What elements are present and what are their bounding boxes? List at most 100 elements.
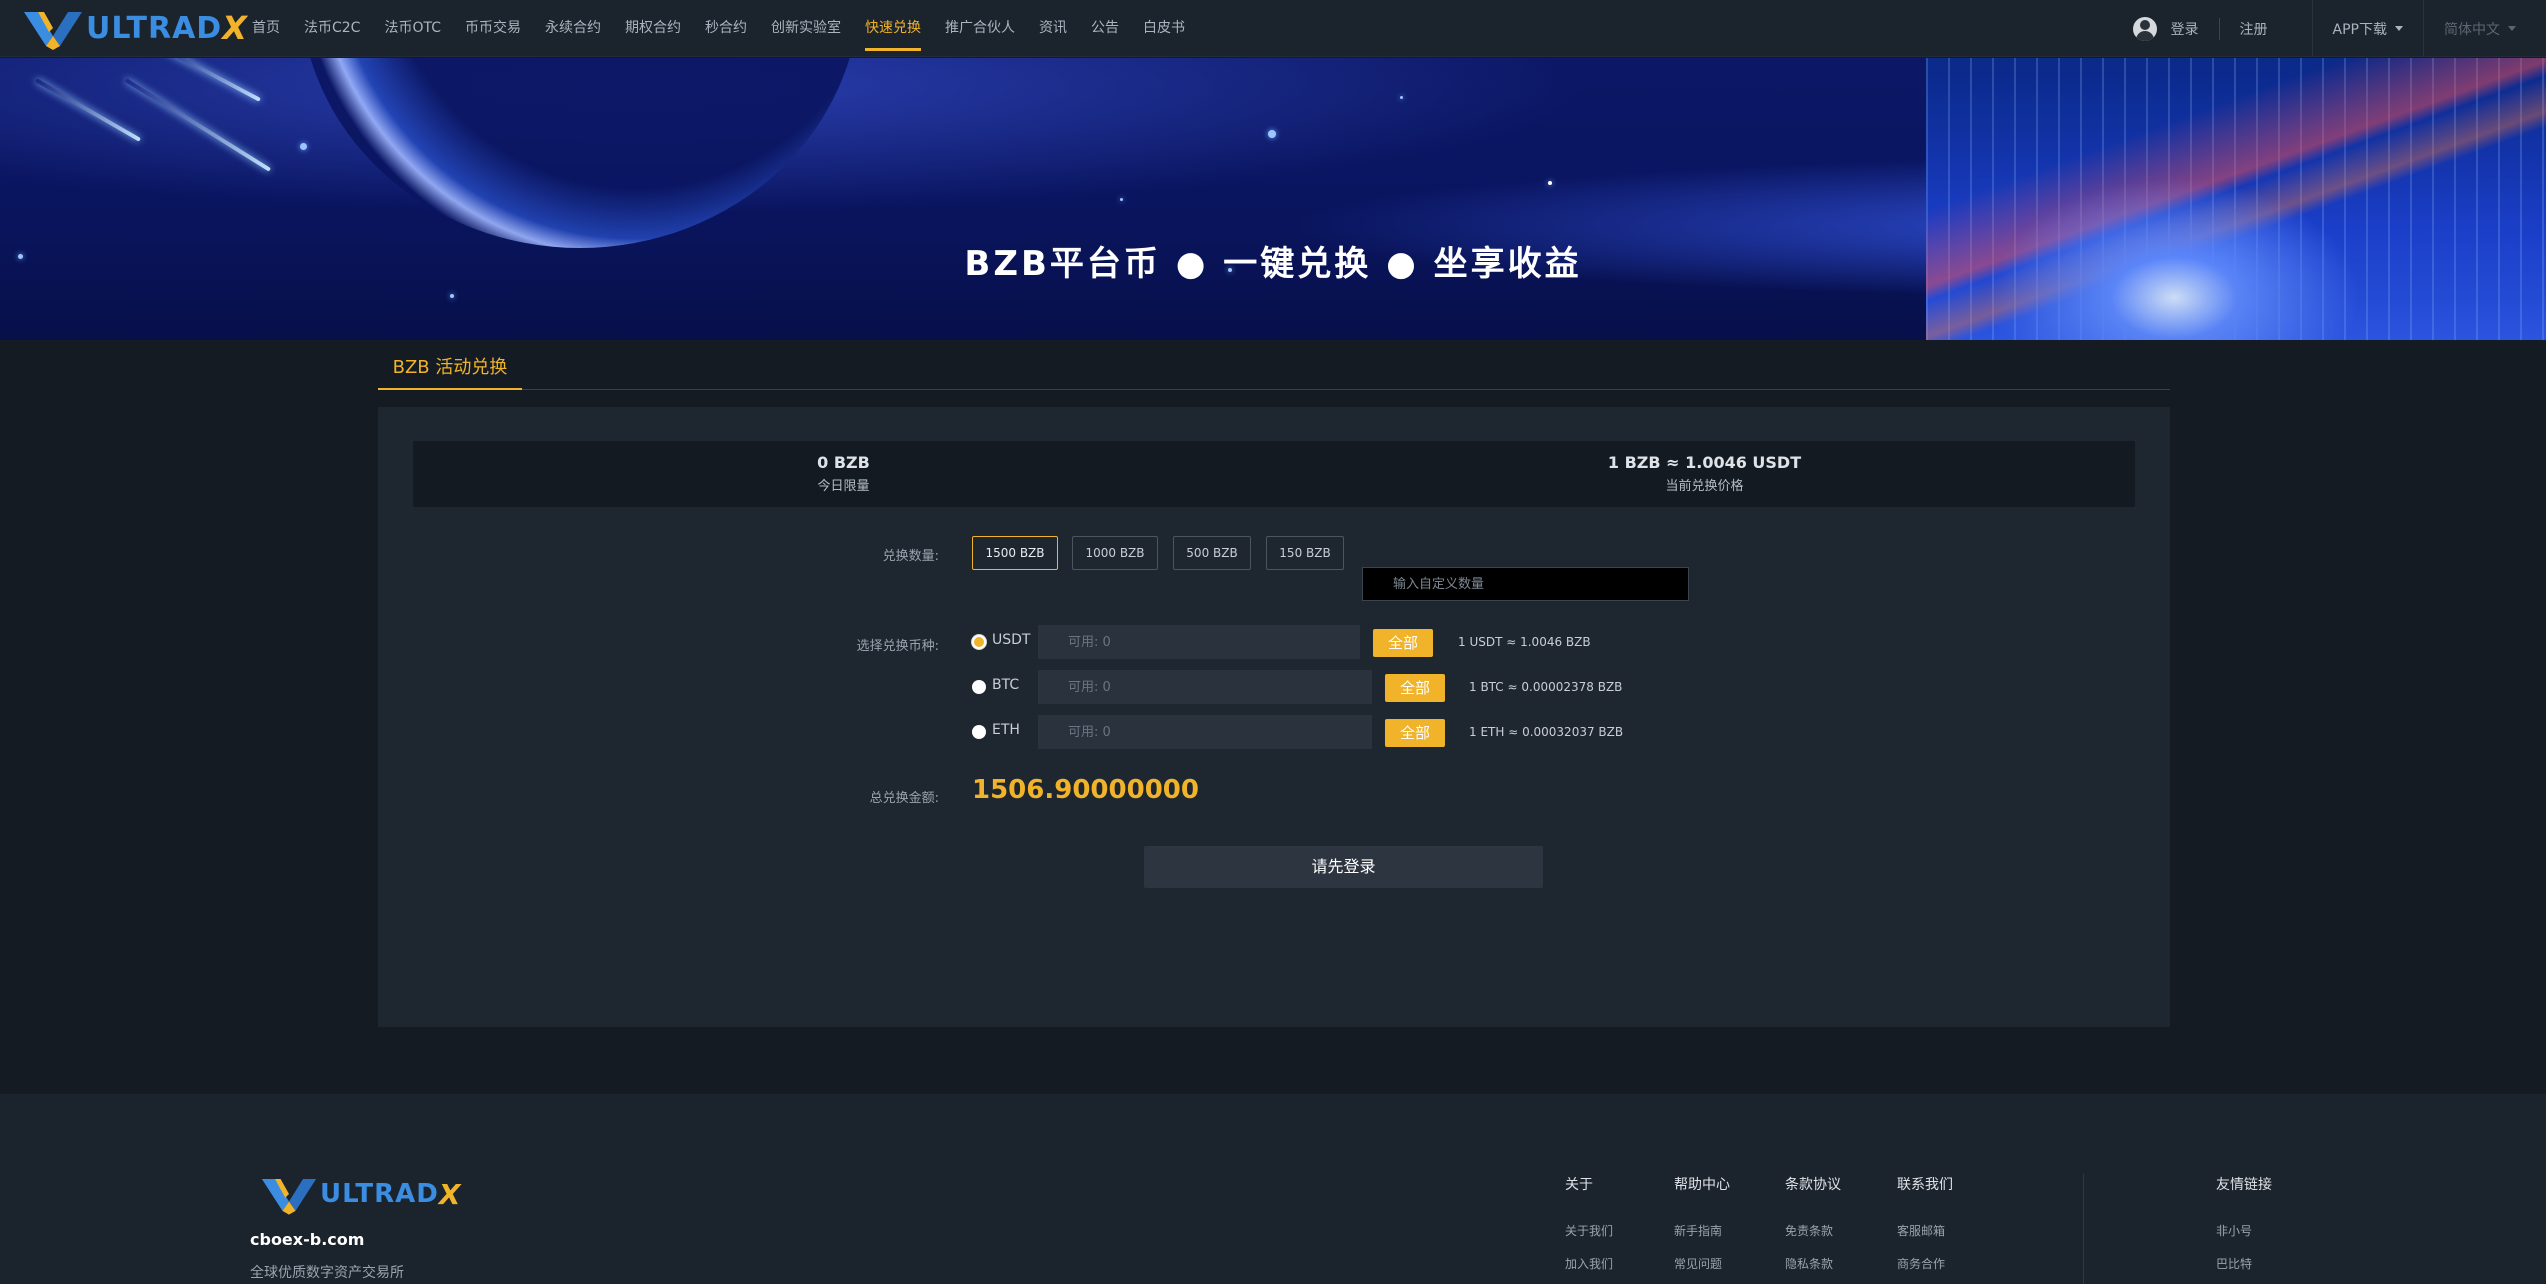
menu-item-second-contract[interactable]: 秒合约: [705, 0, 747, 57]
btc-radio[interactable]: [972, 680, 986, 694]
price-stat: 1 BZB ≈ 1.0046 USDT 当前兑换价格: [1274, 453, 2135, 494]
footer-divider: [2083, 1174, 2084, 1284]
language-label: 简体中文: [2444, 21, 2500, 38]
footer-slogan: 全球优质数字资产交易所: [250, 1265, 404, 1281]
register-link[interactable]: 注册: [2240, 19, 2268, 39]
btc-label: BTC: [992, 677, 1020, 693]
amount-label: 兑换数量:: [882, 549, 939, 564]
meteor-decoration: [161, 58, 261, 102]
eth-label: ETH: [992, 722, 1020, 738]
star-decoration: [300, 143, 307, 150]
footer-link-faq[interactable]: 常见问题: [1674, 1255, 1730, 1272]
menu-item-whitepaper[interactable]: 白皮书: [1143, 0, 1185, 57]
footer-link-privacy[interactable]: 隐私条款: [1785, 1255, 1841, 1272]
footer-col-help: 帮助中心 新手指南 常见问题: [1674, 1174, 1730, 1284]
footer-col-title: 联系我们: [1897, 1177, 1953, 1193]
app-download-dropdown[interactable]: APP下载: [2333, 19, 2403, 39]
usdt-available-input[interactable]: [1038, 625, 1360, 659]
menu-item-options[interactable]: 期权合约: [625, 0, 681, 57]
footer: ULTRAD X cboex-b.com 全球优质数字资产交易所 关于 关于我们…: [0, 1094, 2546, 1284]
logo-mark-icon: [24, 12, 82, 50]
menu-item-home[interactable]: 首页: [252, 0, 280, 57]
footer-logo[interactable]: ULTRAD X: [260, 1174, 461, 1215]
custom-amount-input[interactable]: [1362, 567, 1689, 601]
amount-option-500[interactable]: 500 BZB: [1173, 536, 1251, 570]
footer-col-friend-links: 友情链接 非小号 巴比特: [2216, 1174, 2272, 1284]
login-link[interactable]: 登录: [2171, 19, 2199, 39]
usdt-label: USDT: [992, 632, 1031, 648]
footer-col-title: 帮助中心: [1674, 1177, 1730, 1193]
menu-item-fiat-c2c[interactable]: 法币C2C: [304, 0, 360, 57]
amount-option-1500[interactable]: 1500 BZB: [972, 536, 1058, 570]
footer-link-beginner-guide[interactable]: 新手指南: [1674, 1222, 1730, 1239]
eth-all-button[interactable]: 全部: [1385, 719, 1445, 747]
footer-link-join-us[interactable]: 加入我们: [1565, 1255, 1613, 1272]
main-menu: 首页 法币C2C 法币OTC 币币交易 永续合约 期权合约 秒合约 创新实验室 …: [252, 0, 1209, 57]
star-decoration: [1268, 130, 1276, 138]
star-decoration: [1400, 96, 1403, 99]
footer-col-terms: 条款协议 免责条款 隐私条款: [1785, 1174, 1841, 1284]
eth-available-input[interactable]: [1038, 715, 1372, 749]
meteor-decoration: [35, 78, 141, 142]
price-value: 1 BZB ≈ 1.0046 USDT: [1607, 453, 1802, 472]
banner-title: BZB平台币 ● 一键兑换 ● 坐享收益: [964, 244, 1582, 284]
btc-available-input[interactable]: [1038, 670, 1372, 704]
tab-bzb-exchange[interactable]: BZB 活动兑换: [378, 352, 522, 390]
star-decoration: [450, 294, 454, 298]
logo-text: ULTRAD: [86, 10, 223, 46]
btc-rate: 1 BTC ≈ 0.00002378 BZB: [1469, 680, 1623, 694]
menu-item-quick-exchange[interactable]: 快速兑换: [865, 0, 921, 57]
footer-logo-x: X: [438, 1177, 461, 1211]
logo[interactable]: ULTRAD X: [22, 6, 247, 50]
menu-item-partner[interactable]: 推广合伙人: [945, 0, 1015, 57]
chevron-down-icon: [2508, 26, 2516, 31]
btc-all-button[interactable]: 全部: [1385, 674, 1445, 702]
daily-limit-label: 今日限量: [817, 479, 870, 494]
price-label: 当前兑换价格: [1665, 479, 1744, 494]
user-avatar-icon[interactable]: [2132, 16, 2157, 41]
star-decoration: [1548, 181, 1552, 185]
hero-banner: BZB平台币 ● 一键兑换 ● 坐享收益: [0, 58, 2546, 340]
footer-link-business[interactable]: 商务合作: [1897, 1255, 1953, 1272]
chevron-down-icon: [2395, 26, 2403, 31]
divider: [2311, 0, 2313, 57]
menu-item-announcement[interactable]: 公告: [1091, 0, 1119, 57]
eth-rate: 1 ETH ≈ 0.00032037 BZB: [1469, 725, 1624, 739]
login-first-button[interactable]: 请先登录: [1144, 846, 1543, 888]
menu-item-perpetual[interactable]: 永续合约: [545, 0, 601, 57]
menu-item-spot-trading[interactable]: 币币交易: [465, 0, 521, 57]
amount-option-150[interactable]: 150 BZB: [1266, 536, 1344, 570]
language-dropdown[interactable]: 简体中文: [2444, 19, 2516, 39]
planet-decoration: [300, 58, 860, 248]
footer-link-support-email[interactable]: 客服邮箱: [1897, 1222, 1953, 1239]
eth-radio[interactable]: [972, 725, 986, 739]
total-label: 总兑换金额:: [869, 791, 939, 806]
menu-item-news[interactable]: 资讯: [1039, 0, 1067, 57]
logo-x: X: [222, 9, 247, 47]
amount-option-1000[interactable]: 1000 BZB: [1072, 536, 1158, 570]
footer-link-disclaimer[interactable]: 免责条款: [1785, 1222, 1841, 1239]
star-decoration: [1120, 198, 1123, 201]
usdt-radio[interactable]: [972, 635, 986, 649]
daily-limit-stat: 0 BZB 今日限量: [413, 453, 1274, 494]
footer-col-contact: 联系我们 客服邮箱 商务合作: [1897, 1174, 1953, 1284]
footer-col-title: 关于: [1565, 1177, 1593, 1193]
footer-domain: cboex-b.com: [250, 1230, 365, 1249]
footer-col-about: 关于 关于我们 加入我们: [1565, 1174, 1613, 1284]
tab-bar: BZB 活动兑换: [378, 352, 2170, 390]
top-navbar: ULTRAD X 首页 法币C2C 法币OTC 币币交易 永续合约 期权合约 秒…: [0, 0, 2546, 57]
usdt-rate: 1 USDT ≈ 1.0046 BZB: [1458, 635, 1591, 649]
logo-mark-icon: [261, 1179, 317, 1215]
stats-bar: 0 BZB 今日限量 1 BZB ≈ 1.0046 USDT 当前兑换价格: [413, 441, 2135, 507]
divider: [2218, 17, 2220, 40]
footer-col-title: 友情链接: [2216, 1177, 2272, 1193]
usdt-all-button[interactable]: 全部: [1373, 629, 1433, 657]
footer-col-title: 条款协议: [1785, 1177, 1841, 1193]
nav-right: 登录 注册 APP下载 简体中文: [2132, 0, 2546, 57]
app-download-label: APP下载: [2332, 21, 2387, 38]
menu-item-innovation-lab[interactable]: 创新实验室: [771, 0, 841, 57]
footer-link-about-us[interactable]: 关于我们: [1565, 1222, 1613, 1239]
menu-item-fiat-otc[interactable]: 法币OTC: [384, 0, 441, 57]
footer-link-8btc[interactable]: 巴比特: [2216, 1255, 2272, 1272]
footer-link-feixiaohao[interactable]: 非小号: [2216, 1222, 2272, 1239]
